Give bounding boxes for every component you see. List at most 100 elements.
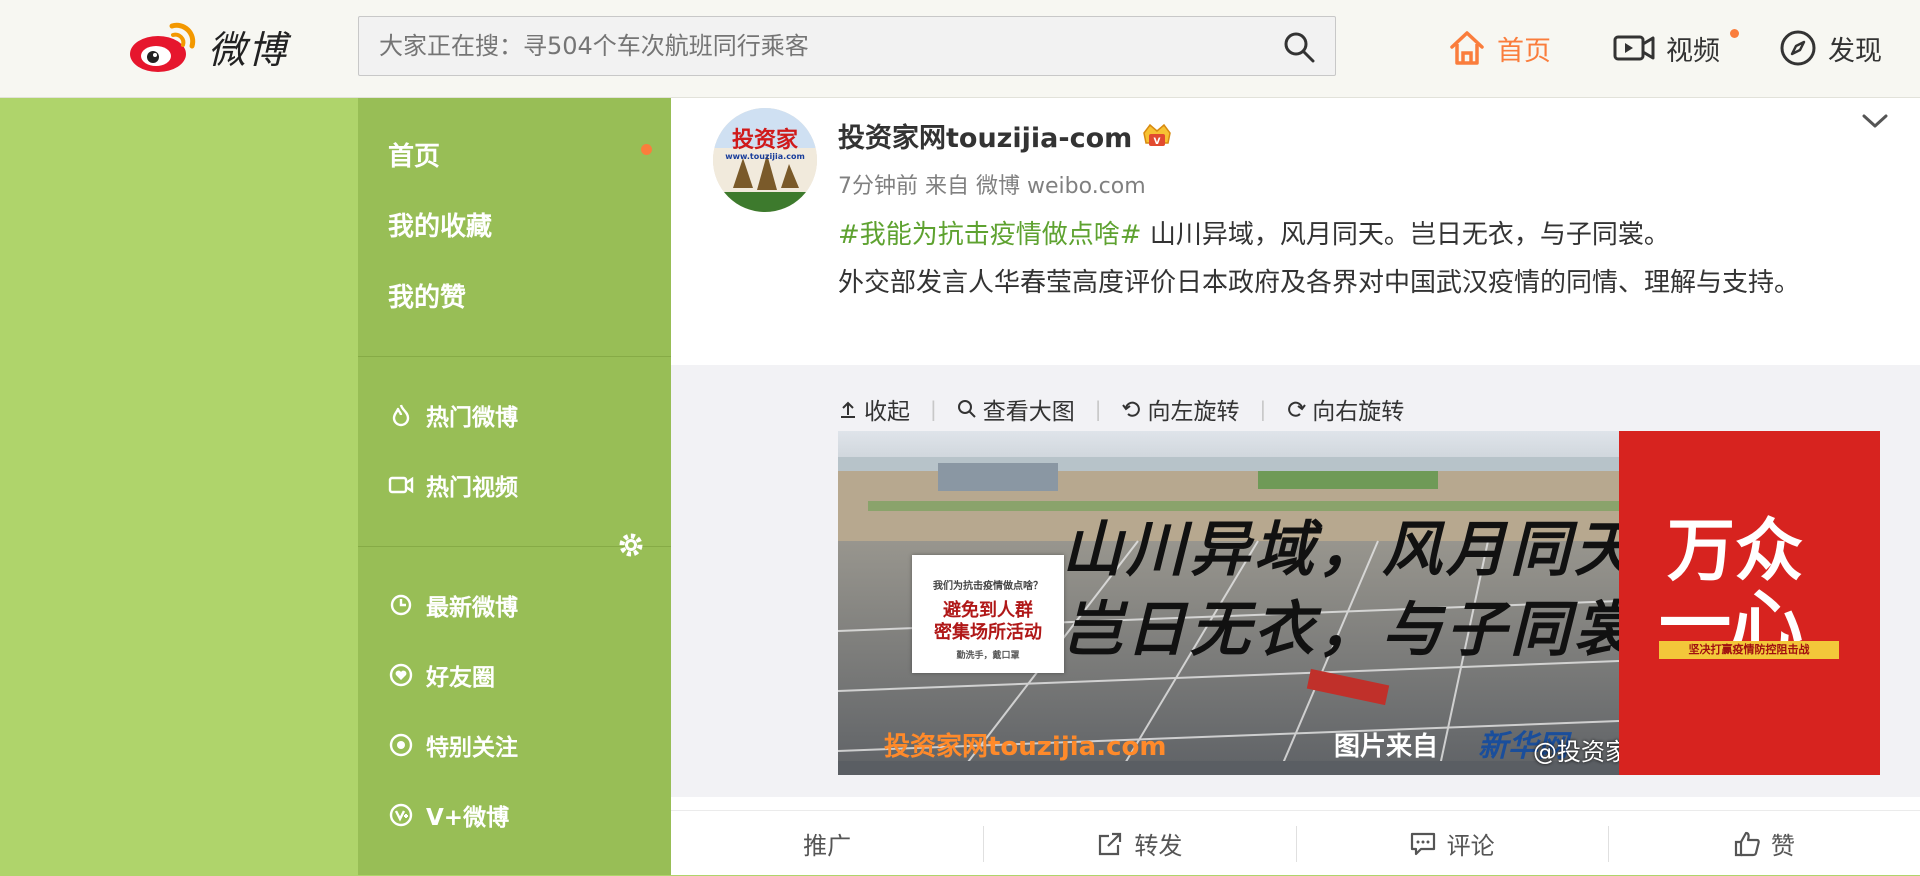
sidebar-item-latest[interactable]: 最新微博	[388, 588, 518, 622]
avatar-label: 投资家	[731, 127, 798, 153]
search-icon[interactable]	[1283, 31, 1315, 63]
vplus-icon	[388, 802, 414, 828]
topic-link[interactable]: #我能为抗击疫情做点啥#	[838, 220, 1142, 250]
comment-icon	[1410, 832, 1435, 855]
post-source[interactable]: 微博 weibo.com	[976, 174, 1146, 199]
home-icon	[1450, 31, 1484, 65]
nav-video-label: 视频	[1666, 35, 1720, 67]
compass-icon	[1780, 30, 1816, 66]
rotate-left-icon	[1121, 401, 1140, 417]
calligraphy-line-2: 岂日无衣，与子同裳	[1062, 595, 1638, 665]
video-icon	[1613, 35, 1655, 61]
poster-line-1: 我们为抗击疫情做点啥？	[933, 581, 1043, 592]
nav-video[interactable]: 视频	[1612, 18, 1739, 78]
post-actions: 推广 转发 评论 赞	[671, 810, 1920, 876]
sidebar-item-hot-video[interactable]: 热门视频	[388, 468, 518, 502]
toolbar-separator: |	[930, 397, 937, 421]
nav-discover[interactable]: 发现	[1778, 18, 1882, 78]
sidebar-item-favorites[interactable]: 我的收藏	[388, 206, 492, 243]
sidebar-item-label: 最新微博	[426, 595, 518, 621]
comment-label: 评论	[1446, 832, 1495, 860]
image-poster: 我们为抗击疫情做点啥？ 避免到人群 密集场所活动 勤洗手，戴口罩	[912, 555, 1064, 673]
vip-badge-icon[interactable]: V	[1140, 121, 1174, 151]
flame-icon	[388, 402, 414, 428]
like-button[interactable]: 赞	[1607, 811, 1920, 876]
search-input[interactable]	[359, 17, 1259, 75]
image-watermark: 投资家网touzijia.com	[884, 732, 1167, 762]
post-meta: 7分钟前 来自 微博 weibo.com	[838, 168, 1146, 200]
nav-discover-label: 发现	[1828, 35, 1882, 67]
sidebar-item-label: 我的收藏	[388, 212, 493, 242]
left-sidebar: 首页 我的收藏 我的赞 热门微博 热门视频 最新微博 好友圈 特别关注 V+微博	[358, 98, 671, 875]
magnifier-icon	[957, 400, 976, 418]
rotate-left-button[interactable]: 向左旋转	[1121, 392, 1240, 426]
sidebar-item-home[interactable]: 首页	[388, 136, 440, 173]
username[interactable]: 投资家网touzijia-com V	[838, 116, 1174, 155]
clock-icon	[388, 592, 414, 618]
chevron-down-icon[interactable]	[1856, 102, 1894, 140]
sidebar-item-hot-weibo[interactable]: 热门微博	[388, 398, 518, 432]
view-large-label: 查看大图	[982, 399, 1075, 425]
toolbar-separator: |	[1259, 397, 1267, 421]
collapse-label: 收起	[864, 399, 910, 425]
media-toolbar: 收起 | 查看大图 | 向左旋转 | 向右旋转	[838, 393, 1404, 425]
post-image[interactable]: 山川异域，风月同天 岂日无衣，与子同裳 我们为抗击疫情做点啥？ 避免到人群 密集…	[838, 431, 1880, 775]
like-label: 赞	[1770, 832, 1795, 860]
sidebar-item-vplus[interactable]: V+微博	[388, 798, 509, 832]
rotate-right-icon	[1288, 401, 1307, 417]
promote-button[interactable]: 推广	[671, 811, 983, 876]
sidebar-item-label: 热门视频	[426, 475, 518, 501]
weibo-logo-icon	[130, 22, 196, 72]
eye-icon	[388, 732, 414, 758]
logo-text: 微博	[208, 27, 289, 72]
view-large-button[interactable]: 查看大图	[957, 392, 1075, 426]
red-poster: 万众 一心 坚决打赢疫情防控阻击战	[1619, 431, 1880, 775]
search-box	[358, 16, 1336, 76]
promote-label: 推广	[803, 832, 852, 860]
media-box: 收起 | 查看大图 | 向左旋转 | 向右旋转 山川异域，风月同天 岂日无衣，与…	[671, 365, 1920, 797]
sidebar-item-label: 特别关注	[426, 735, 518, 761]
calligraphy-line-1: 山川异域，风月同天	[1062, 515, 1638, 585]
image-credit: 图片来自	[1334, 732, 1439, 762]
top-bar: 微博 首页 视频 发现	[0, 0, 1920, 98]
toolbar-separator: |	[1094, 397, 1102, 421]
comment-button[interactable]: 评论	[1295, 811, 1608, 876]
sidebar-item-label: 热门微博	[426, 405, 518, 431]
username-text: 投资家网touzijia-com	[838, 123, 1133, 154]
from-label: 来自	[925, 174, 970, 199]
sidebar-item-friends[interactable]: 好友圈	[388, 658, 495, 692]
sidebar-item-label: 我的赞	[388, 283, 467, 313]
nav-home-label: 首页	[1497, 35, 1551, 67]
notification-dot	[1730, 29, 1739, 38]
sidebar-item-likes[interactable]: 我的赞	[388, 277, 466, 314]
rotate-right-label: 向右旋转	[1312, 399, 1405, 425]
poster-line-2: 避免到人群 密集场所活动	[934, 600, 1042, 643]
sidebar-item-special[interactable]: 特别关注	[388, 728, 518, 762]
svg-text:V: V	[1154, 137, 1161, 147]
unread-dot	[641, 144, 652, 155]
heart-icon	[388, 662, 414, 688]
poster-line-3: 勤洗手，戴口罩	[956, 651, 1020, 661]
share-icon	[1099, 832, 1122, 855]
collapse-button[interactable]: 收起	[838, 392, 910, 426]
sidebar-divider	[358, 356, 671, 357]
weibo-logo[interactable]: 微博	[128, 16, 288, 76]
nav-home[interactable]: 首页	[1447, 18, 1551, 78]
avatar-sub: www.touzijia.com	[725, 152, 805, 161]
post-text-line1: 山川异域，风月同天。岂日无衣，与子同裳。	[1141, 220, 1670, 250]
post-text-line2: 外交部发言人华春莹高度评价日本政府及各界对中国武汉疫情的同情、理解与支持。	[838, 268, 1801, 298]
post-content: #我能为抗击疫情做点啥# 山川异域，风月同天。岂日无衣，与子同裳。 外交部发言人…	[838, 211, 1878, 307]
rotate-right-button[interactable]: 向右旋转	[1286, 392, 1404, 426]
sidebar-item-label: 好友圈	[426, 665, 495, 691]
collapse-icon	[841, 401, 855, 418]
video-icon	[388, 472, 414, 498]
sidebar-item-label: 首页	[388, 142, 441, 172]
red-poster-banner: 坚决打赢疫情防控阻击战	[1659, 641, 1839, 659]
avatar[interactable]: 投资家 www.touzijia.com	[713, 108, 817, 212]
sidebar-item-label: V+微博	[426, 805, 510, 831]
thumbs-up-icon	[1734, 831, 1760, 856]
post-time[interactable]: 7分钟前	[838, 174, 918, 199]
gear-icon[interactable]	[617, 531, 645, 559]
repost-button[interactable]: 转发	[983, 811, 1295, 876]
feed-card: 投资家 www.touzijia.com 投资家网touzijia-com V …	[671, 98, 1920, 875]
